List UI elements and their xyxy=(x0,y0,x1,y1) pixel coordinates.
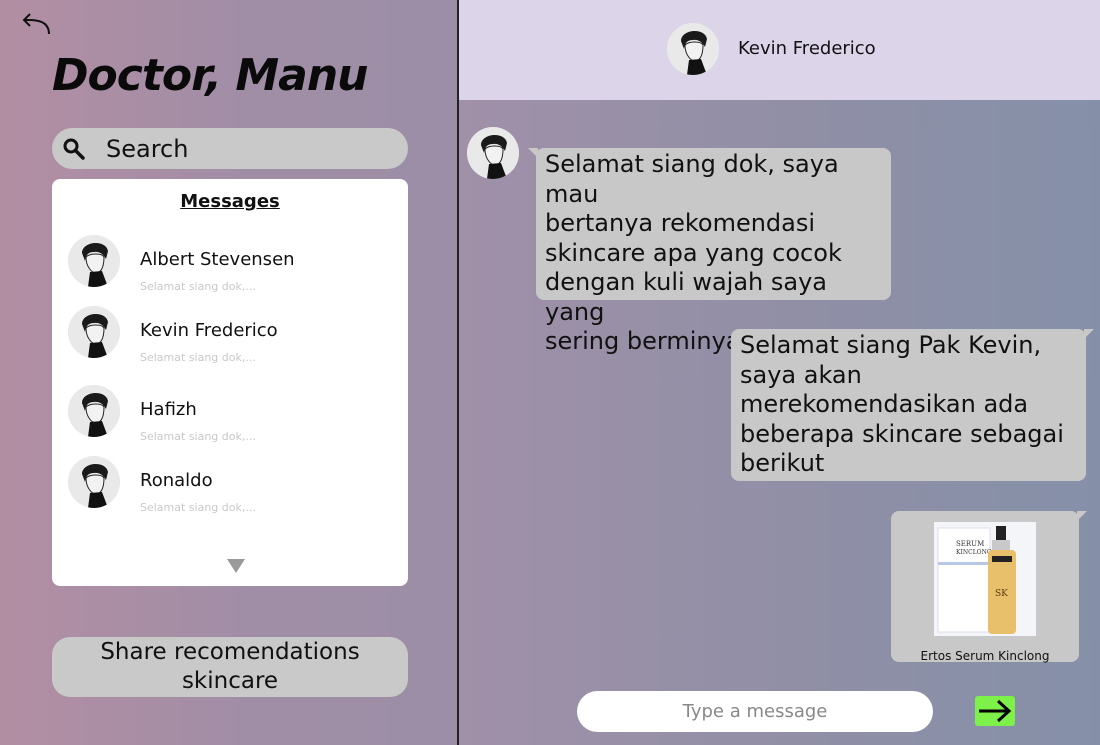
page-title: Doctor, Manu xyxy=(52,50,368,101)
contact-item[interactable]: Hafizh Selamat siang dok,... xyxy=(68,385,388,455)
product-name: Ertos Serum Kinclong xyxy=(920,649,1050,663)
avatar xyxy=(68,456,120,508)
messages-heading: Messages xyxy=(180,191,280,212)
person-portrait-icon xyxy=(68,306,120,358)
avatar xyxy=(467,127,519,179)
contact-name: Ronaldo xyxy=(140,470,213,491)
contact-name: Albert Stevensen xyxy=(140,249,295,270)
messages-panel: Messages Albert Stevensen Selamat siang … xyxy=(52,179,408,586)
outgoing-message: Selamat siang Pak Kevin, saya akan merek… xyxy=(731,329,1094,481)
chat-panel: Kevin Frederico Selamat siang dok, saya … xyxy=(459,0,1100,745)
chat-header: Kevin Frederico xyxy=(459,0,1100,100)
message-input[interactable] xyxy=(577,691,933,732)
person-portrait-icon xyxy=(68,385,120,437)
person-portrait-icon xyxy=(68,235,120,287)
contact-preview: Selamat siang dok,... xyxy=(140,351,256,364)
avatar[interactable] xyxy=(667,23,719,75)
svg-text:SERUM: SERUM xyxy=(956,540,984,548)
product-message: SERUM KINCLONG SK Ertos Serum Kinclong xyxy=(891,511,1087,663)
person-portrait-icon xyxy=(68,456,120,508)
person-portrait-icon xyxy=(467,127,519,179)
avatar xyxy=(68,235,120,287)
arrow-right-icon xyxy=(979,699,1012,723)
person-portrait-icon xyxy=(667,23,719,75)
chat-contact-name: Kevin Frederico xyxy=(738,38,876,59)
product-image[interactable]: SERUM KINCLONG SK xyxy=(934,522,1036,636)
contact-name: Kevin Frederico xyxy=(140,320,278,341)
send-button[interactable] xyxy=(975,696,1015,726)
search-bar[interactable]: Search xyxy=(52,128,408,169)
incoming-message: Selamat siang dok, saya mau bertanya rek… xyxy=(528,148,891,355)
search-icon xyxy=(63,138,85,160)
avatar xyxy=(68,385,120,437)
triangle-down-icon[interactable] xyxy=(227,559,245,573)
share-recommendations-button[interactable]: Share recomendations skincare xyxy=(52,637,408,697)
avatar xyxy=(68,306,120,358)
contact-preview: Selamat siang dok,... xyxy=(140,430,256,443)
contact-preview: Selamat siang dok,... xyxy=(140,501,256,514)
message-text: Selamat siang Pak Kevin, saya akan merek… xyxy=(740,331,1064,477)
back-arrow-icon[interactable] xyxy=(20,10,54,40)
contact-item[interactable]: Kevin Frederico Selamat siang dok,... xyxy=(68,306,388,376)
contact-item[interactable]: Ronaldo Selamat siang dok,... xyxy=(68,456,388,526)
search-label: Search xyxy=(106,134,189,163)
contact-item[interactable]: Albert Stevensen Selamat siang dok,... xyxy=(68,235,388,305)
sidebar: Doctor, Manu Search Messages Albert Stev… xyxy=(0,0,457,745)
svg-text:SK: SK xyxy=(995,589,1008,599)
message-text: Selamat siang dok, saya mau bertanya rek… xyxy=(545,150,842,355)
svg-text:KINCLONG: KINCLONG xyxy=(956,549,992,556)
contact-name: Hafizh xyxy=(140,399,197,420)
contact-preview: Selamat siang dok,... xyxy=(140,280,256,293)
